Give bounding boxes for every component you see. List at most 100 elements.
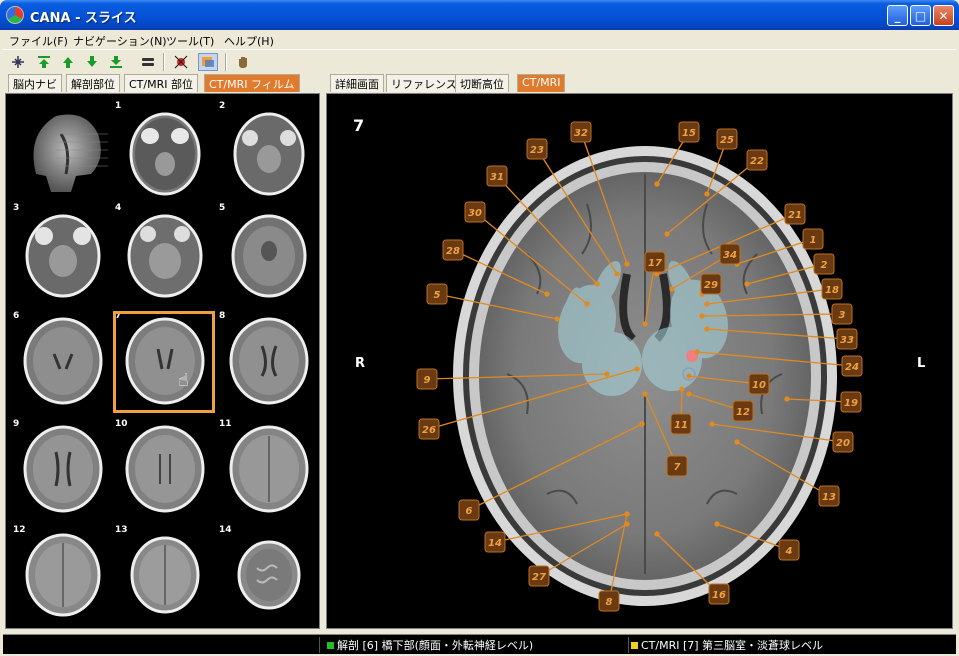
menu-navigation[interactable]: ナビゲーション(N) — [73, 33, 167, 49]
last-icon[interactable] — [106, 53, 126, 71]
up-icon[interactable] — [58, 53, 78, 71]
marker-label: 19 — [844, 398, 858, 409]
thumbnail-slice-3[interactable]: 3 — [13, 203, 110, 300]
thumbnail-slice-4[interactable]: 4 — [115, 203, 212, 300]
thumbnail-slice-12[interactable]: 12 — [13, 525, 110, 622]
marker-31[interactable]: 31 — [486, 165, 508, 187]
first-icon[interactable] — [34, 53, 54, 71]
thumbnail-label: 6 — [13, 311, 20, 321]
marker-2[interactable]: 2 — [813, 253, 835, 275]
marker-33[interactable]: 33 — [836, 328, 858, 350]
tab-anatomy[interactable]: 解剖部位 — [66, 74, 120, 92]
marker-15[interactable]: 15 — [678, 121, 700, 143]
marker-26[interactable]: 26 — [418, 418, 440, 440]
tab-ctmri-part[interactable]: CT/MRI 部位 — [124, 74, 198, 92]
marker-label: 12 — [736, 407, 750, 418]
marker-22[interactable]: 22 — [746, 149, 768, 171]
marker-label: 30 — [468, 208, 482, 219]
hand-icon[interactable] — [233, 53, 253, 71]
leader-endpoint — [699, 313, 705, 319]
marker-29[interactable]: 29 — [700, 273, 722, 295]
thumbnail-slice-8[interactable]: 8 — [219, 311, 316, 408]
down-icon[interactable] — [82, 53, 102, 71]
marker-24[interactable]: 24 — [841, 355, 863, 377]
menu-help[interactable]: ヘルプ(H) — [224, 33, 274, 49]
thumbnail-sagittal[interactable] — [16, 104, 110, 198]
leader-endpoint — [704, 326, 710, 332]
marker-9[interactable]: 9 — [416, 368, 438, 390]
app-logo-icon — [6, 6, 24, 24]
marker-label: 22 — [750, 156, 764, 167]
leader-endpoint — [584, 301, 590, 307]
marker-11[interactable]: 11 — [670, 413, 692, 435]
marker-5[interactable]: 5 — [426, 283, 448, 305]
marker-32[interactable]: 32 — [570, 121, 592, 143]
marker-label: 20 — [836, 438, 850, 449]
marker-12[interactable]: 12 — [732, 400, 754, 422]
marker-6[interactable]: 6 — [458, 499, 480, 521]
menu-bar: ファイル(F) ナビゲーション(N) ツール(T) ヘルプ(H) — [3, 30, 956, 49]
marker-20[interactable]: 20 — [832, 431, 854, 453]
leader-endpoint — [654, 181, 660, 187]
marker-14[interactable]: 14 — [484, 531, 506, 553]
thumbnail-slice-5[interactable]: 5 — [219, 203, 316, 300]
marker-7[interactable]: 7 — [666, 455, 688, 477]
thumbnail-slice-11[interactable]: 11 — [219, 419, 316, 516]
tab-cut-level[interactable]: 切断高位 — [455, 74, 509, 92]
marker-label: 14 — [488, 538, 502, 549]
menu-file[interactable]: ファイル(F) — [9, 33, 68, 49]
marker-28[interactable]: 28 — [442, 239, 464, 261]
marker-4[interactable]: 4 — [778, 539, 800, 561]
marker-21[interactable]: 21 — [784, 203, 806, 225]
tab-detail[interactable]: 詳細画面 — [330, 74, 384, 92]
status-ctmri: CT/MRI [7] 第三脳室・淡蒼球レベル — [628, 637, 823, 653]
marker-13[interactable]: 13 — [818, 485, 840, 507]
thumbnail-label: 11 — [219, 419, 232, 429]
minimize-button[interactable]: _ — [887, 5, 908, 26]
marker-34[interactable]: 34 — [719, 243, 741, 265]
stack-icon[interactable] — [138, 53, 158, 71]
marker-30[interactable]: 30 — [464, 201, 486, 223]
marker-1[interactable]: 1 — [802, 228, 824, 250]
marker-8[interactable]: 8 — [598, 590, 620, 612]
marker-27[interactable]: 27 — [528, 565, 550, 587]
toolbar-separator — [163, 53, 165, 71]
thumbnail-slice-9[interactable]: 9 — [13, 419, 110, 516]
leader-endpoint — [714, 521, 720, 527]
marker-18[interactable]: 18 — [821, 278, 843, 300]
thumbnail-slice-2[interactable]: 2 — [219, 101, 316, 198]
leader-endpoint — [694, 349, 700, 355]
close-button[interactable]: ✕ — [933, 5, 954, 26]
thumbnail-slice-6[interactable]: 6 — [13, 311, 110, 408]
marker-3[interactable]: 3 — [831, 303, 853, 325]
thumbnail-slice-10[interactable]: 10 — [115, 419, 212, 516]
fit-icon[interactable] — [8, 53, 28, 71]
marker-label: 1 — [810, 235, 817, 246]
thumbnail-slice-1[interactable]: 1 — [115, 101, 212, 198]
thumbnail-slice-14[interactable]: 14 — [219, 525, 316, 622]
thumbnail-label: 10 — [115, 419, 128, 429]
tab-ctmri-film[interactable]: CT/MRI フィルム — [204, 74, 300, 92]
overlay-icon[interactable] — [198, 53, 218, 71]
leader-endpoint — [634, 366, 640, 372]
maximize-button[interactable]: □ — [910, 5, 931, 26]
target-icon[interactable] — [171, 53, 191, 71]
thumbnail-slice-13[interactable]: 13 — [115, 525, 212, 622]
thumbnail-label: 12 — [13, 525, 26, 535]
leader-endpoint — [642, 391, 648, 397]
marker-10[interactable]: 10 — [748, 373, 770, 395]
tab-brain-navi[interactable]: 脳内ナビ — [8, 74, 62, 92]
leader-endpoint — [639, 421, 645, 427]
marker-label: 18 — [825, 285, 839, 296]
marker-25[interactable]: 25 — [716, 128, 738, 150]
marker-16[interactable]: 16 — [708, 583, 730, 605]
marker-19[interactable]: 19 — [840, 391, 862, 413]
marker-17[interactable]: 17 — [644, 251, 666, 273]
leader-endpoint — [744, 281, 750, 287]
marker-23[interactable]: 23 — [526, 138, 548, 160]
tab-reference[interactable]: リファレンス — [386, 74, 462, 92]
tab-ctmri[interactable]: CT/MRI — [517, 74, 566, 92]
menu-tools[interactable]: ツール(T) — [166, 33, 214, 49]
title-bar[interactable]: CANA - スライス _ □ ✕ — [0, 0, 959, 30]
mri-viewer[interactable]: 7 R L 32 23 15 25 22 31 30 21 28 34 1 17… — [326, 93, 953, 629]
